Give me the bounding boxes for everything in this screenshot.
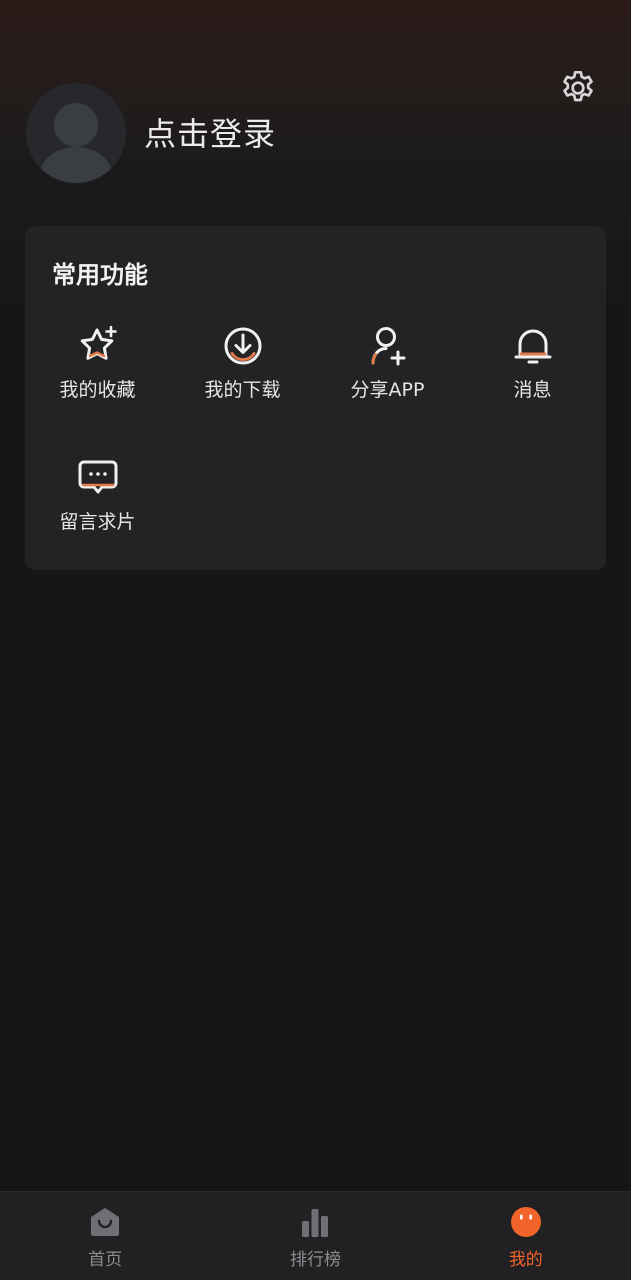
bar-chart-icon bbox=[295, 1202, 335, 1242]
tab-ranking-label: 排行榜 bbox=[289, 1250, 341, 1270]
login-link[interactable]: 点击登录 bbox=[144, 112, 276, 156]
gear-icon bbox=[558, 68, 598, 112]
downloads-button[interactable]: 我的下载 bbox=[170, 322, 315, 432]
messages-button[interactable]: 消息 bbox=[460, 322, 605, 432]
tab-mine[interactable]: 我的 bbox=[421, 1192, 631, 1280]
profile-screen: 点击登录 常用功能 我的收藏 我的下载 分享APP 消息 留言求片 首页 排行榜… bbox=[0, 0, 631, 1280]
messages-label: 消息 bbox=[513, 379, 552, 401]
section-title: 常用功能 bbox=[52, 261, 148, 289]
tab-home-label: 首页 bbox=[88, 1250, 123, 1270]
download-icon bbox=[219, 322, 267, 370]
settings-button[interactable] bbox=[556, 68, 600, 112]
face-icon bbox=[506, 1202, 546, 1242]
bell-icon bbox=[509, 322, 557, 370]
avatar[interactable] bbox=[26, 83, 126, 183]
favorites-label: 我的收藏 bbox=[59, 379, 136, 401]
common-functions-card: 常用功能 我的收藏 我的下载 分享APP 消息 留言求片 bbox=[25, 226, 606, 570]
star-sparkle-icon bbox=[74, 322, 122, 370]
tab-home[interactable]: 首页 bbox=[0, 1192, 210, 1280]
bottom-tab-bar: 首页 排行榜 我的 bbox=[0, 1191, 631, 1280]
share-app-label: 分享APP bbox=[350, 379, 425, 401]
request-movie-button[interactable]: 留言求片 bbox=[25, 454, 170, 564]
tab-mine-label: 我的 bbox=[508, 1250, 543, 1270]
add-user-icon bbox=[364, 322, 412, 370]
tab-ranking[interactable]: 排行榜 bbox=[210, 1192, 420, 1280]
chat-icon bbox=[74, 454, 122, 502]
share-app-button[interactable]: 分享APP bbox=[315, 322, 460, 432]
downloads-label: 我的下载 bbox=[204, 379, 281, 401]
home-icon bbox=[85, 1202, 125, 1242]
favorites-button[interactable]: 我的收藏 bbox=[25, 322, 170, 432]
request-movie-label: 留言求片 bbox=[59, 511, 136, 533]
